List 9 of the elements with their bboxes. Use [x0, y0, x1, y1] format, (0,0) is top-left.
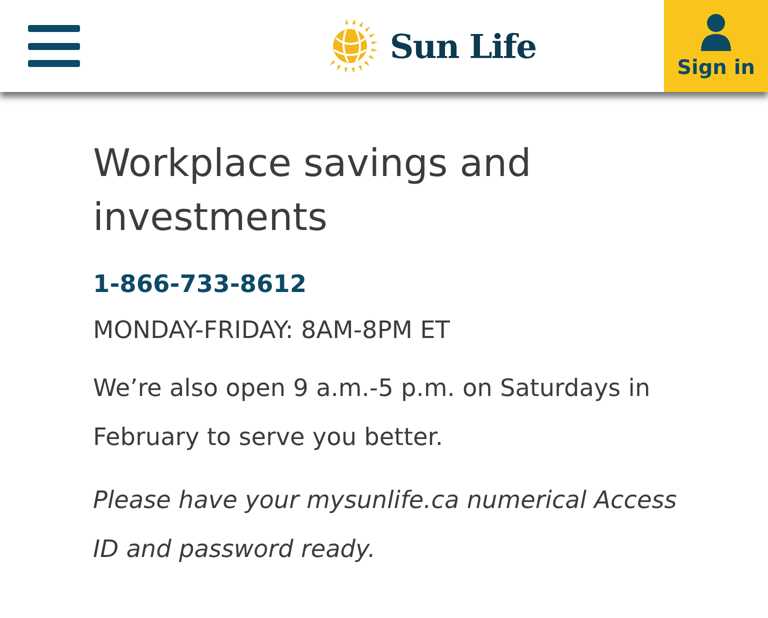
person-icon: [699, 13, 733, 51]
phone-link[interactable]: 1-866-733-8612: [93, 270, 728, 298]
sign-in-button[interactable]: Sign in: [664, 0, 768, 92]
page-title: Workplace savings and investments: [93, 140, 532, 241]
logo-wordmark: Sun Life: [390, 26, 536, 66]
hours-text: MONDAY-FRIDAY: 8AM-8PM ET: [93, 316, 451, 344]
note-text: We’re also open 9 a.m.-5 p.m. on Saturdays in February to serve you better.: [93, 373, 652, 453]
reminder-text: Please have your mysunlife.ca numerical Access ID and password ready.: [93, 485, 678, 565]
menu-icon[interactable]: [28, 25, 80, 67]
